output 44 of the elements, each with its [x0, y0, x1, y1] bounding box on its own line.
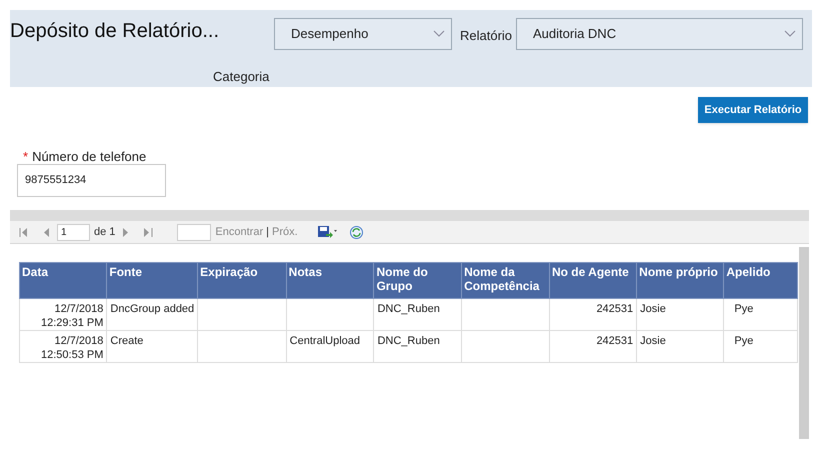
- save-icon[interactable]: [318, 226, 337, 238]
- category-label: Categoria: [213, 68, 270, 86]
- table-cell: 242531: [549, 298, 637, 330]
- table-cell: Create: [106, 330, 198, 362]
- previous-page-icon[interactable]: [43, 228, 49, 236]
- last-page-icon[interactable]: [144, 228, 154, 236]
- column-header: Apelido: [724, 262, 798, 298]
- chevron-down-icon: [433, 30, 445, 38]
- page-field[interactable]: 1: [57, 224, 90, 240]
- column-header: Fonte: [106, 262, 198, 298]
- scrollbar[interactable]: [799, 247, 809, 439]
- phone-field[interactable]: 9875551234: [17, 164, 166, 197]
- column-header: Data: [20, 262, 107, 298]
- table-cell: 242531: [549, 330, 637, 362]
- table-cell: Josie: [636, 298, 724, 330]
- table-cell: DNC_Ruben: [374, 298, 462, 330]
- column-header: No de Agente: [549, 262, 637, 298]
- next-page-icon[interactable]: [123, 228, 130, 236]
- report-label: Relatório: [460, 27, 512, 45]
- required-mark: *: [23, 149, 28, 164]
- first-page-icon[interactable]: [19, 228, 28, 236]
- table-cell: Josie: [636, 330, 724, 362]
- table-cell: 12/7/2018 12:50:53 PM: [20, 330, 107, 362]
- refresh-icon[interactable]: [350, 226, 363, 238]
- report-title: Depósito de Relatório...: [10, 19, 220, 44]
- column-header: Nome próprio: [636, 262, 724, 298]
- table-cell: DNC_Ruben: [374, 330, 462, 362]
- chevron-down-icon: [784, 30, 796, 38]
- column-header: Nome do Grupo: [374, 262, 462, 298]
- find-field[interactable]: [177, 224, 212, 240]
- run-report-button[interactable]: Executar Relatório: [698, 97, 808, 123]
- column-header: Notas: [286, 262, 374, 298]
- table-cell: Pye: [724, 330, 798, 362]
- phone-label-text: Número de telefone: [32, 149, 146, 164]
- page-count: de 1: [94, 224, 116, 240]
- separator: |: [266, 224, 269, 240]
- table-cell: Pye: [724, 298, 798, 330]
- column-header: Nome da Competência: [462, 262, 550, 298]
- report-dropdown[interactable]: Auditoria DNC: [516, 18, 803, 50]
- table-cell: CentralUpload: [286, 330, 374, 362]
- column-header: Expiração: [198, 262, 286, 298]
- table-cell: DncGroup added: [106, 298, 198, 330]
- category-dropdown[interactable]: Desempenho: [274, 18, 452, 50]
- table-cell: 12/7/2018 12:29:31 PM: [20, 298, 107, 330]
